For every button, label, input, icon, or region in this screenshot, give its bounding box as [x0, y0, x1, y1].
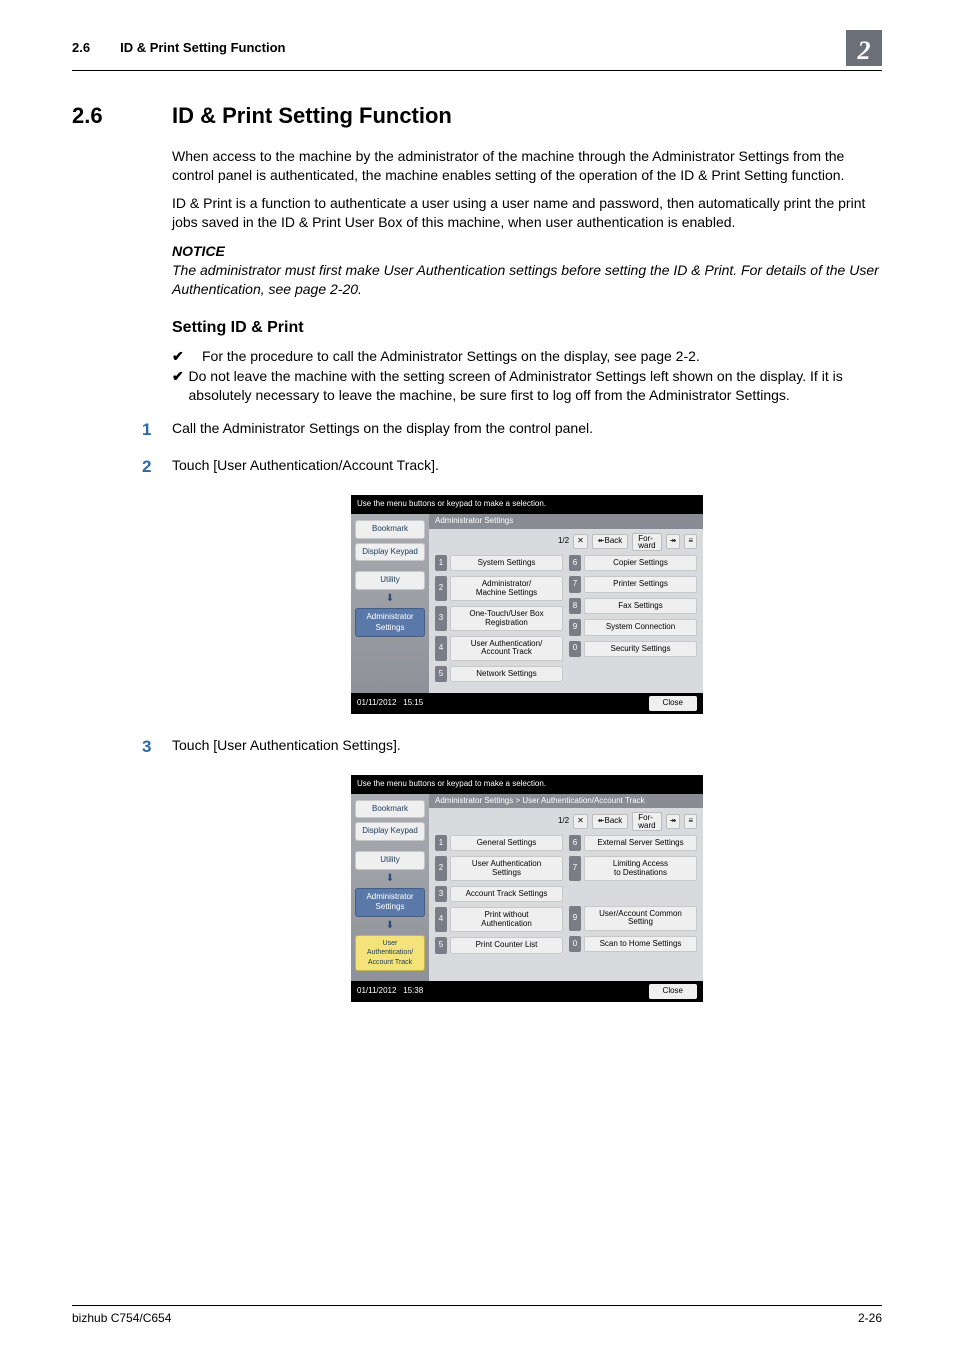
notice-label: NOTICE [172, 242, 882, 261]
menu-user-acct-common[interactable]: 9User/Account Common Setting [569, 906, 697, 931]
menu-col-left: 1General Settings 2User Authentication S… [435, 835, 563, 959]
menu-onetouch[interactable]: 3One-Touch/User Box Registration [435, 606, 563, 631]
menu-print-noauth[interactable]: 4Print without Authentication [435, 907, 563, 932]
page-indicator: 1/2 [558, 816, 569, 827]
screenshot-user-auth: Use the menu buttons or keypad to make a… [351, 775, 703, 1002]
list-button[interactable]: ≡ [684, 814, 697, 829]
list-button[interactable]: ≡ [684, 534, 697, 549]
screenshot-admin-settings: Use the menu buttons or keypad to make a… [351, 495, 703, 714]
pager-bar: 1/2 ✕ ↞Back For- ward ↠ ≡ [429, 808, 703, 834]
check-icon: ✔ [172, 347, 202, 366]
menu-fax[interactable]: 8Fax Settings [569, 598, 697, 614]
menu-admin-machine[interactable]: 2Administrator/ Machine Settings [435, 576, 563, 601]
menu-sys-conn[interactable]: 9System Connection [569, 619, 697, 635]
header-section-title: ID & Print Setting Function [120, 39, 846, 57]
check-icon: ✔ [172, 367, 189, 405]
step-2: 2 Touch [User Authentication/Account Tra… [172, 456, 882, 479]
pager-bar: 1/2 ✕ ↞Back For- ward ↠ ≡ [429, 529, 703, 555]
sidebar-user-auth-track[interactable]: User Authentication/ Account Track [355, 935, 425, 971]
shot-sidebar: Bookmark Display Keypad Utility ⬇ Admini… [351, 794, 429, 981]
shot-date: 01/11/2012 [357, 698, 396, 707]
sidebar-bookmark[interactable]: Bookmark [355, 520, 425, 539]
menu-system-settings[interactable]: 1System Settings [435, 555, 563, 571]
footer-model: bizhub C754/C654 [72, 1310, 171, 1326]
close-x-button[interactable]: ✕ [573, 814, 588, 829]
menu-col-right: 6External Server Settings 7Limiting Acce… [569, 835, 697, 959]
shot-date: 01/11/2012 [357, 986, 396, 995]
close-x-button[interactable]: ✕ [573, 534, 588, 549]
close-button[interactable]: Close [649, 696, 697, 711]
subheading-setting: Setting ID & Print [172, 317, 882, 339]
step-num: 1 [142, 419, 172, 442]
menu-scan-home[interactable]: 0Scan to Home Settings [569, 936, 697, 952]
shot-sidebar: Bookmark Display Keypad Utility ⬇ Admini… [351, 514, 429, 693]
page-indicator: 1/2 [558, 536, 569, 547]
sidebar-admin-settings[interactable]: Administrator Settings [355, 608, 425, 638]
menu-general[interactable]: 1General Settings [435, 835, 563, 851]
menu-col-left: 1System Settings 2Administrator/ Machine… [435, 555, 563, 687]
menu-user-auth-track[interactable]: 4User Authentication/ Account Track [435, 636, 563, 661]
footer-page: 2-26 [858, 1310, 882, 1326]
breadcrumb: Administrator Settings > User Authentica… [429, 794, 703, 809]
heading-title: ID & Print Setting Function [172, 101, 452, 131]
down-arrow-icon: ⬇ [355, 872, 425, 886]
forward-button[interactable]: For- ward [632, 533, 661, 551]
shot-footer: 01/11/2012 15:15 Close [351, 693, 703, 714]
section-heading: 2.6 ID & Print Setting Function [72, 101, 882, 131]
check-text: Do not leave the machine with the settin… [189, 367, 882, 405]
shot-instruction: Use the menu buttons or keypad to make a… [351, 495, 703, 514]
step-num: 3 [142, 736, 172, 759]
sidebar-display-keypad[interactable]: Display Keypad [355, 822, 425, 841]
menu-user-auth-set[interactable]: 2User Authentication Settings [435, 856, 563, 881]
next-arrow-button[interactable]: ↠ [666, 814, 681, 829]
shot-time: 15:15 [403, 698, 423, 707]
notice-body: The administrator must first make User A… [172, 261, 882, 299]
sidebar-bookmark[interactable]: Bookmark [355, 800, 425, 819]
step-text: Touch [User Authentication Settings]. [172, 736, 882, 759]
step-3: 3 Touch [User Authentication Settings]. [172, 736, 882, 759]
step-num: 2 [142, 456, 172, 479]
sidebar-utility[interactable]: Utility [355, 571, 425, 590]
shot-footer: 01/11/2012 15:38 Close [351, 981, 703, 1002]
shot-instruction: Use the menu buttons or keypad to make a… [351, 775, 703, 794]
intro-para-2: ID & Print is a function to authenticate… [172, 194, 882, 232]
running-header: 2.6 ID & Print Setting Function 2 [72, 30, 882, 71]
chapter-number-box: 2 [846, 30, 882, 66]
sidebar-utility[interactable]: Utility [355, 851, 425, 870]
breadcrumb: Administrator Settings [429, 514, 703, 529]
menu-printer[interactable]: 7Printer Settings [569, 576, 697, 592]
back-button[interactable]: ↞Back [592, 814, 629, 829]
menu-limit-access[interactable]: 7Limiting Access to Destinations [569, 856, 697, 881]
check-item-1: ✔ For the procedure to call the Administ… [172, 347, 882, 366]
menu-col-right: 6Copier Settings 7Printer Settings 8Fax … [569, 555, 697, 687]
next-arrow-button[interactable]: ↠ [666, 534, 681, 549]
down-arrow-icon: ⬇ [355, 592, 425, 606]
menu-ext-server[interactable]: 6External Server Settings [569, 835, 697, 851]
menu-copier[interactable]: 6Copier Settings [569, 555, 697, 571]
sidebar-admin-settings[interactable]: Administrator Settings [355, 888, 425, 918]
check-item-2: ✔ Do not leave the machine with the sett… [172, 367, 882, 405]
back-button[interactable]: ↞Back [592, 534, 629, 549]
header-section-num: 2.6 [72, 39, 90, 57]
step-1: 1 Call the Administrator Settings on the… [172, 419, 882, 442]
forward-button[interactable]: For- ward [632, 812, 661, 830]
intro-para-1: When access to the machine by the admini… [172, 147, 882, 185]
menu-account-track[interactable]: 3Account Track Settings [435, 886, 563, 902]
check-text: For the procedure to call the Administra… [202, 347, 700, 366]
shot-time: 15:38 [403, 986, 423, 995]
sidebar-display-keypad[interactable]: Display Keypad [355, 543, 425, 562]
page-footer: bizhub C754/C654 2-26 [72, 1305, 882, 1326]
down-arrow-icon: ⬇ [355, 919, 425, 933]
menu-security[interactable]: 0Security Settings [569, 641, 697, 657]
step-text: Call the Administrator Settings on the d… [172, 419, 882, 442]
heading-number: 2.6 [72, 101, 172, 131]
step-text: Touch [User Authentication/Account Track… [172, 456, 882, 479]
menu-print-counter[interactable]: 5Print Counter List [435, 937, 563, 953]
menu-network[interactable]: 5Network Settings [435, 666, 563, 682]
close-button[interactable]: Close [649, 984, 697, 999]
